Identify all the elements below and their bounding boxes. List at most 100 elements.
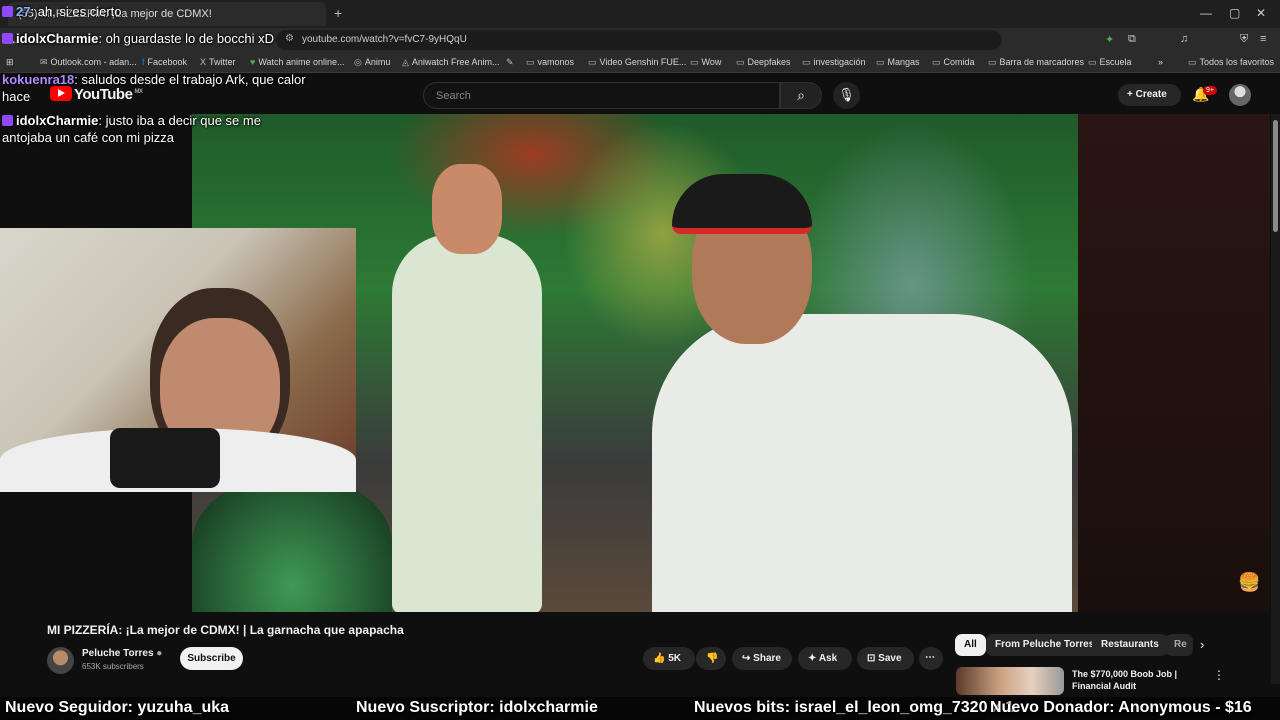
subscribe-button[interactable]: Subscribe [180,647,243,670]
bookmark-item[interactable]: ◬ Aniwatch Free Anim... [402,57,499,68]
x-icon: X [200,57,207,67]
chat-message: kokuenra18: saludos desde el trabajo Ark… [2,72,306,104]
url-text: youtube.com/watch?v=fvC7-9yHQqU [302,34,467,45]
folder-icon: ▭ [690,57,699,67]
facebook-icon: f [142,57,145,67]
channel-name[interactable]: Peluche Torres ● [82,648,162,659]
chat-user: idolxCharmie [16,113,99,128]
chat-user: 27 [16,4,31,19]
sidebar-background [1078,114,1270,612]
extensions-icon[interactable]: ⧉ [1128,33,1136,46]
bookmark-folder[interactable]: ▭ Barra de marcadores [988,57,1084,68]
channel-name-text: Peluche Torres [82,648,154,659]
more-actions-button[interactable]: ⋯ [919,647,943,670]
cap [672,174,812,234]
bookmark-icon: ⊡ [867,653,876,664]
ask-button[interactable]: ✦ Ask [798,647,852,670]
more-bookmarks-icon[interactable]: » [1158,57,1163,67]
ticker-subscriber: Nuevo Suscriptor: idolxcharmie [356,699,598,716]
subscriber-count: 653K subscribers [82,662,144,671]
chat-message: 27: ah, si es cierto [2,3,122,20]
video-title: MI PIZZERÍA: ¡La mejor de CDMX! | La gar… [47,623,404,637]
scrollbar-thumb[interactable] [1273,120,1278,232]
chat-message: idolxCharmie: oh guardaste lo de bocchi … [2,30,277,47]
close-icon[interactable]: ✕ [1256,6,1266,20]
bookmark-folder[interactable]: ▭ Deepfakes [736,57,791,68]
outlook-icon: ✉ [40,57,48,67]
create-button[interactable]: + Create [1118,84,1181,106]
bookmark-item[interactable]: ◎ Animu [354,57,390,68]
waitress-head [432,164,502,254]
bookmark-folder[interactable]: ▭ Video Genshin FUE... [588,57,686,68]
folder-icon: ▭ [526,57,535,67]
bookmark-item[interactable]: X Twitter [200,57,236,67]
notification-badge: 9+ [1203,86,1217,95]
ticker-follower: Nuevo Seguidor: yuzuha_uka [5,699,230,716]
more-icon: ⋯ [925,652,935,663]
media-icon[interactable]: ♫ [1180,33,1188,45]
voice-search-button[interactable]: 🎙 [833,82,860,109]
folder-icon: ▭ [932,57,941,67]
thumbs-up-icon: 👍 [653,653,666,664]
channel-avatar[interactable] [47,647,74,674]
chip-channel[interactable]: From Peluche Torres [986,634,1104,656]
save-button[interactable]: ⊡ Save [857,647,914,670]
bookmark-folder[interactable]: ▭ vamonos [526,57,574,68]
search-button[interactable]: ⌕ [780,82,822,109]
bookmark-folder[interactable]: ▭ Escuela [1088,57,1132,68]
share-button[interactable]: ↪ Share [732,647,792,670]
bookmark-item[interactable]: ♥ Watch anime online... [250,57,345,67]
menu-icon[interactable]: ≡ [1260,33,1266,45]
recommendation-menu-icon[interactable]: ⋮ [1213,668,1225,682]
burger-icon: 🍔 [1238,572,1261,592]
bookmark-item[interactable]: ✉ Outlook.com - adan... [40,57,137,68]
bookmark-folder[interactable]: ▭ Comida [932,57,975,68]
bookmark-folder[interactable]: ▭ Mangas [876,57,920,68]
thumbs-down-icon: 👎 [706,653,719,664]
sub-badge-icon [2,115,13,126]
ticker-bits: Nuevos bits: israel_el_leon_omg_7320 x 1 [694,699,1015,716]
recommendation-thumbnail[interactable] [956,667,1064,695]
folder-icon: ▭ [1088,57,1097,67]
chip-more[interactable]: Re [1165,634,1193,656]
shield-icon[interactable]: ⛨ [1240,33,1248,46]
all-bookmarks[interactable]: ▭ Todos los favoritos [1188,57,1274,68]
account-avatar[interactable] [1229,84,1251,106]
bookmark-item[interactable]: f Facebook [142,57,187,67]
chevron-right-icon[interactable]: › [1200,637,1204,652]
like-button[interactable]: 👍 5K [643,647,695,670]
search-input[interactable]: Search [423,82,780,109]
link-icon: ✎ [506,57,514,67]
animu-icon: ◎ [354,57,362,67]
extension-icon[interactable]: ✦ [1105,33,1114,46]
webcam-overlay [0,228,356,492]
folder-icon: ▭ [876,57,885,67]
new-tab-icon[interactable]: + [334,5,342,21]
man-figure [652,314,1072,612]
aniwatch-icon: ◬ [402,57,409,67]
ticker-donor: Nuevo Donador: Anonymous - $16 [990,699,1252,717]
search-icon: ⌕ [797,87,805,103]
minimize-icon[interactable]: — [1200,6,1212,20]
ask-label: Ask [818,653,838,664]
search-placeholder: Search [436,90,471,102]
apps-icon[interactable]: ⊞ [6,57,14,68]
anime-icon: ♥ [250,57,256,67]
chip-restaurants[interactable]: Restaurants [1092,634,1168,656]
rec-title-line: The $770,000 Boob Job | [1072,669,1178,679]
share-icon: ↪ [742,653,751,664]
folder-icon: ▭ [1188,57,1197,67]
bookmark-folder[interactable]: ▭ Wow [690,57,721,68]
folder-icon: ▭ [588,57,597,67]
dislike-button[interactable]: 👎 [696,647,726,670]
maximize-icon[interactable]: ▢ [1229,6,1240,20]
bookmark-item[interactable]: ✎ [506,57,517,68]
chip-all[interactable]: All [955,634,986,656]
url-field[interactable]: ⚙ youtube.com/watch?v=fvC7-9yHQqU [276,30,1002,50]
chat-user: kokuenra18 [2,72,75,87]
chat-message: idolxCharmie: justo iba a decir que se m… [2,113,261,145]
bookmark-folder[interactable]: ▭ investigación [802,57,866,68]
microphone-icon [110,428,220,488]
recommendation-title[interactable]: The $770,000 Boob Job | Financial Audit [1072,668,1177,692]
site-info-icon[interactable]: ⚙ [285,33,294,44]
